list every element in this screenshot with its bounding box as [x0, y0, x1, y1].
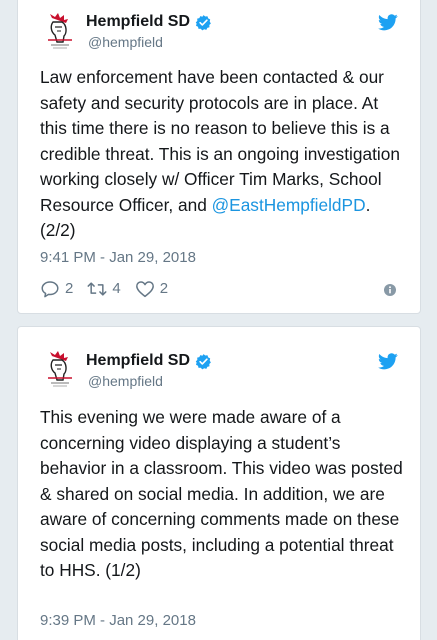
reply-button[interactable]: 2: [40, 280, 73, 298]
reply-icon: [41, 281, 59, 298]
like-button[interactable]: 2: [135, 280, 168, 298]
tweet-text-body: This evening we were made aware of a con…: [40, 407, 403, 580]
retweet-button[interactable]: 4: [87, 280, 121, 298]
handle[interactable]: @hempfield: [88, 372, 163, 390]
display-name[interactable]: Hempfield SD: [86, 351, 190, 371]
mention-link[interactable]: @EastHempfieldPD: [212, 195, 366, 215]
tweet-header: Hempfield SD @hempfield: [18, 327, 420, 390]
tweet-card[interactable]: Hempfield SD @hempfield This evening we …: [17, 326, 421, 640]
display-name[interactable]: Hempfield SD: [86, 12, 190, 32]
tweet-card[interactable]: Hempfield SD @hempfield Law enforcement …: [17, 0, 421, 314]
tweet-text: This evening we were made aware of a con…: [40, 405, 406, 584]
retweet-icon: [87, 282, 107, 296]
verified-badge-icon: [195, 353, 211, 369]
tweet-actions: 2 4 2: [40, 280, 182, 298]
retweet-count: 4: [112, 280, 121, 297]
tweet-timestamp[interactable]: 9:39 PM - Jan 29, 2018: [40, 612, 196, 630]
info-icon[interactable]: [384, 284, 396, 296]
twitter-bird-icon[interactable]: [378, 353, 398, 370]
tweet-text: Law enforcement have been contacted & ou…: [40, 65, 406, 244]
reply-count: 2: [65, 280, 74, 297]
tweet-timestamp[interactable]: 9:41 PM - Jan 29, 2018: [40, 249, 196, 267]
like-count: 2: [159, 280, 169, 297]
tweet-feed: Hempfield SD @hempfield Law enforcement …: [0, 0, 437, 640]
heart-icon: [135, 281, 154, 298]
handle[interactable]: @hempfield: [88, 33, 163, 51]
tweet-header: Hempfield SD @hempfield: [18, 0, 420, 53]
hempfield-logo-avatar[interactable]: [40, 350, 80, 390]
tweet-text-body: Law enforcement have been contacted & ou…: [40, 67, 400, 215]
verified-badge-icon: [195, 14, 211, 30]
twitter-bird-icon[interactable]: [378, 14, 398, 31]
hempfield-logo-avatar[interactable]: [40, 12, 80, 52]
